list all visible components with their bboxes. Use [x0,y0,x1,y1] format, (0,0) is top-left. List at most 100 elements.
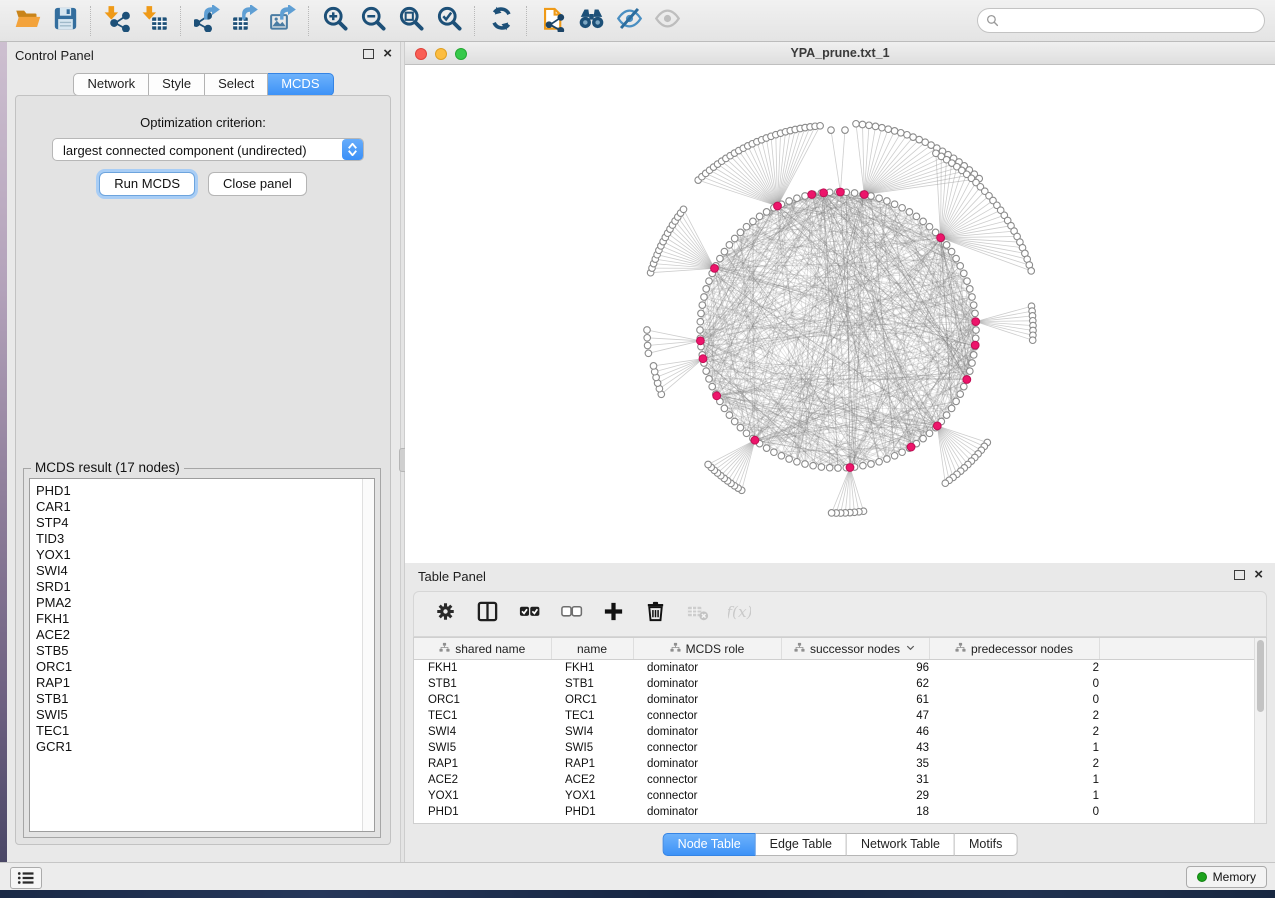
network-canvas[interactable] [405,65,1275,563]
close-panel-icon[interactable]: × [383,48,392,60]
import-network-button[interactable] [98,5,136,37]
deselect-all-button[interactable] [552,596,590,632]
tab-style[interactable]: Style [149,73,205,96]
table-row[interactable]: SWI4SWI4dominator462 [414,724,1266,740]
control-panel: Control Panel × NetworkStyleSelectMCDS O… [7,42,400,862]
save-session-button[interactable] [46,5,84,37]
table-panel-tabs: Node TableEdge TableNetwork TableMotifs [663,833,1018,856]
mcds-result-item[interactable]: PHD1 [30,483,374,499]
mcds-result-item[interactable]: YOX1 [30,547,374,563]
table-scrollbar[interactable] [1254,638,1266,823]
tab-node-table[interactable]: Node Table [663,833,756,856]
table-row[interactable]: TEC1TEC1connector472 [414,708,1266,724]
toolbar-separator [308,6,310,36]
column-header-name[interactable]: name [551,638,633,660]
mcds-result-item[interactable]: ORC1 [30,659,374,675]
zoom-selected-button[interactable] [430,5,468,37]
show-columns-icon [476,600,499,628]
memory-button[interactable]: Memory [1186,866,1267,888]
zoom-fit-button[interactable] [392,5,430,37]
close-panel-button[interactable]: Close panel [208,172,307,196]
delete-table-icon [686,600,709,628]
float-panel-icon[interactable] [1234,570,1245,580]
column-header-successor-nodes[interactable]: successor nodes [781,638,929,660]
open-file-icon [14,5,41,37]
mcds-result-item[interactable]: RAP1 [30,675,374,691]
table-row[interactable]: SWI5SWI5connector431 [414,740,1266,756]
tab-edge-table[interactable]: Edge Table [756,833,847,856]
criterion-select[interactable]: largest connected component (undirected) [52,138,364,161]
select-all-button[interactable] [510,596,548,632]
mcds-result-item[interactable]: TID3 [30,531,374,547]
network-graph[interactable] [405,65,1275,563]
search-input[interactable] [977,8,1265,33]
hide-selected-button[interactable] [610,5,648,37]
table-panel-header: Table Panel × [405,563,1275,589]
import-table-icon [142,5,169,37]
table-settings-button[interactable] [426,596,464,632]
control-panel-header: Control Panel × [7,42,400,68]
table-panel-title: Table Panel [418,569,486,584]
apply-layout-button[interactable] [482,5,520,37]
show-columns-button[interactable] [468,596,506,632]
memory-label: Memory [1213,870,1256,884]
mcds-result-item[interactable]: CAR1 [30,499,374,515]
table-row[interactable]: FKH1FKH1dominator962 [414,660,1266,677]
zoom-in-icon [322,5,349,37]
tab-motifs[interactable]: Motifs [955,833,1017,856]
export-table-button[interactable] [226,5,264,37]
table-toolbar: f(x) [413,591,1267,637]
mcds-result-item[interactable]: STP4 [30,515,374,531]
zoom-in-button[interactable] [316,5,354,37]
table-row[interactable]: PHD1PHD1dominator180 [414,804,1266,820]
table-row[interactable]: STB1STB1dominator620 [414,676,1266,692]
toolbar-separator [474,6,476,36]
mcds-result-item[interactable]: TEC1 [30,723,374,739]
export-image-button[interactable] [264,5,302,37]
close-panel-icon[interactable]: × [1254,569,1263,581]
column-header-shared-name[interactable]: shared name [414,638,551,660]
network-window-titlebar[interactable]: YPA_prune.txt_1 [405,42,1275,65]
mcds-result-item[interactable]: ACE2 [30,627,374,643]
mcds-result-item[interactable]: GCR1 [30,739,374,755]
table-row[interactable]: ACE2ACE2connector311 [414,772,1266,788]
add-column-button[interactable] [594,596,632,632]
run-mcds-button[interactable]: Run MCDS [99,172,195,196]
table-row[interactable]: YOX1YOX1connector291 [414,788,1266,804]
mcds-result-item[interactable]: STB1 [30,691,374,707]
delete-column-icon [644,600,667,628]
float-panel-icon[interactable] [363,49,374,59]
tab-network[interactable]: Network [73,73,149,96]
open-file-button[interactable] [8,5,46,37]
delete-column-button[interactable] [636,596,674,632]
zoom-out-button[interactable] [354,5,392,37]
tab-mcds[interactable]: MCDS [268,73,333,96]
table-row[interactable]: RAP1RAP1dominator352 [414,756,1266,772]
mcds-result-item[interactable]: SWI4 [30,563,374,579]
mcds-result-item[interactable]: SWI5 [30,707,374,723]
mcds-panel: Optimization criterion: largest connecte… [15,95,391,845]
mcds-result-item[interactable]: FKH1 [30,611,374,627]
new-network-from-selection-button[interactable] [534,5,572,37]
tab-network-table[interactable]: Network Table [847,833,955,856]
table-scrollbar-thumb[interactable] [1257,640,1264,712]
first-neighbors-button[interactable] [572,5,610,37]
mcds-list-scrollbar[interactable] [362,479,374,831]
mcds-result-item[interactable]: STB5 [30,643,374,659]
application-window: Control Panel × NetworkStyleSelectMCDS O… [0,0,1275,898]
column-header-MCDS-role[interactable]: MCDS role [633,638,781,660]
mcds-result-item[interactable]: PMA2 [30,595,374,611]
apply-layout-icon [488,5,515,37]
task-history-button[interactable] [10,867,42,889]
sort-descending-icon [905,642,916,656]
delete-table-button [678,596,716,632]
mcds-result-item[interactable]: SRD1 [30,579,374,595]
import-table-button[interactable] [136,5,174,37]
column-header-predecessor-nodes[interactable]: predecessor nodes [929,638,1099,660]
column-header-filler [1099,638,1266,660]
table-settings-icon [434,600,457,628]
tab-select[interactable]: Select [205,73,268,96]
table-row[interactable]: ORC1ORC1dominator610 [414,692,1266,708]
select-all-icon [518,600,541,628]
export-network-button[interactable] [188,5,226,37]
